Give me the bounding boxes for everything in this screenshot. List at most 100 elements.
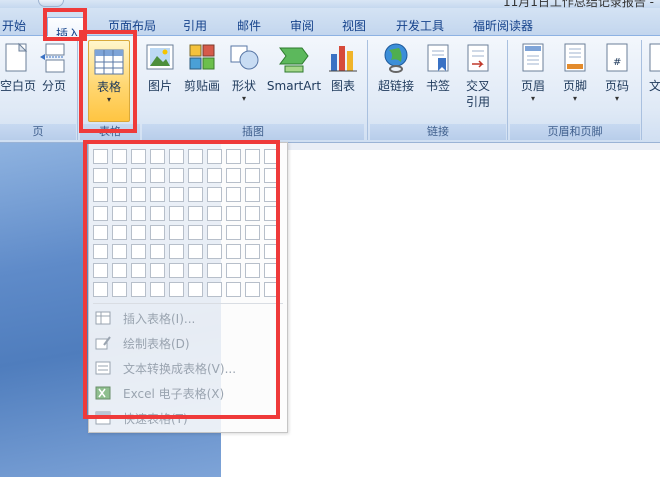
cross-reference-button[interactable]: 交叉引用 [462,42,494,110]
table-grid-cell[interactable] [150,244,165,259]
table-grid-cell[interactable] [112,206,127,221]
shapes-button[interactable]: 形状 ▾ [228,42,260,104]
table-grid-cell[interactable] [245,206,260,221]
table-grid-cell[interactable] [207,244,222,259]
table-grid-cell[interactable] [264,244,279,259]
table-grid-cell[interactable] [112,187,127,202]
table-grid-cell[interactable] [169,282,184,297]
draw-table-menu-item[interactable]: 绘制表格(D) [93,332,283,354]
quick-access-toolbar[interactable] [38,0,64,7]
table-grid-cell[interactable] [207,225,222,240]
hyperlink-button[interactable]: 超链接 [376,42,416,94]
table-grid-cell[interactable] [131,187,146,202]
tab-references[interactable]: 引用 [183,17,207,34]
text-group-button[interactable]: 文 [648,42,660,94]
table-grid-cell[interactable] [188,225,203,240]
table-grid-cell[interactable] [226,149,241,164]
page-number-button[interactable]: # 页码 ▾ [600,42,634,104]
table-grid-cell[interactable] [245,263,260,278]
table-grid-cell[interactable] [112,244,127,259]
table-grid-cell[interactable] [93,206,108,221]
table-grid-cell[interactable] [226,263,241,278]
table-grid-cell[interactable] [264,282,279,297]
tab-mailings[interactable]: 邮件 [237,17,261,34]
table-grid-cell[interactable] [264,168,279,183]
table-grid-cell[interactable] [112,225,127,240]
smartart-button[interactable]: SmartArt [266,42,322,94]
excel-spreadsheet-menu-item[interactable]: Excel 电子表格(X) [93,382,283,404]
table-grid-cell[interactable] [226,282,241,297]
table-grid-cell[interactable] [93,187,108,202]
blank-page-button[interactable]: 空白页 [0,42,36,94]
picture-button[interactable]: 图片 [143,42,177,94]
table-grid-cell[interactable] [150,206,165,221]
table-grid-cell[interactable] [207,168,222,183]
table-grid-cell[interactable] [150,225,165,240]
table-grid-cell[interactable] [226,187,241,202]
table-grid-cell[interactable] [131,168,146,183]
table-grid-cell[interactable] [264,187,279,202]
table-grid-cell[interactable] [264,206,279,221]
table-grid-cell[interactable] [112,263,127,278]
table-grid-cell[interactable] [226,244,241,259]
table-grid-cell[interactable] [226,168,241,183]
table-grid-cell[interactable] [207,149,222,164]
table-grid-cell[interactable] [131,206,146,221]
header-button[interactable]: 页眉 ▾ [516,42,550,104]
table-grid-cell[interactable] [93,244,108,259]
table-grid-cell[interactable] [245,282,260,297]
table-grid-cell[interactable] [245,225,260,240]
table-grid-cell[interactable] [169,263,184,278]
table-grid-cell[interactable] [150,263,165,278]
table-grid-cell[interactable] [188,168,203,183]
table-grid-cell[interactable] [93,168,108,183]
table-grid-cell[interactable] [112,149,127,164]
table-grid-cell[interactable] [169,244,184,259]
table-grid-cell[interactable] [169,168,184,183]
chart-button[interactable]: 图表 [326,42,360,94]
table-button[interactable]: 表格 ▾ [88,40,130,122]
bookmark-button[interactable]: 书签 [423,42,453,94]
table-grid-cell[interactable] [93,282,108,297]
table-grid-cell[interactable] [131,263,146,278]
table-grid-cell[interactable] [150,149,165,164]
table-grid-cell[interactable] [207,206,222,221]
table-size-grid[interactable] [93,149,283,301]
table-grid-cell[interactable] [226,225,241,240]
clip-art-button[interactable]: 剪贴画 [182,42,222,94]
table-grid-cell[interactable] [207,282,222,297]
footer-button[interactable]: 页脚 ▾ [558,42,592,104]
table-grid-cell[interactable] [264,263,279,278]
insert-table-menu-item[interactable]: 插入表格(I)... [93,307,283,329]
table-grid-cell[interactable] [169,225,184,240]
convert-text-to-table-menu-item[interactable]: 文本转换成表格(V)... [93,357,283,379]
tab-review[interactable]: 审阅 [290,17,314,34]
table-grid-cell[interactable] [150,282,165,297]
table-grid-cell[interactable] [131,244,146,259]
page-break-button[interactable]: 分页 [38,42,70,94]
table-grid-cell[interactable] [131,149,146,164]
table-grid-cell[interactable] [245,149,260,164]
tab-developer[interactable]: 开发工具 [396,17,444,34]
tab-page-layout[interactable]: 页面布局 [108,17,156,34]
table-grid-cell[interactable] [188,282,203,297]
table-grid-cell[interactable] [226,206,241,221]
table-grid-cell[interactable] [245,244,260,259]
table-grid-cell[interactable] [131,225,146,240]
table-grid-cell[interactable] [93,149,108,164]
table-grid-cell[interactable] [207,263,222,278]
tab-view[interactable]: 视图 [342,17,366,34]
table-grid-cell[interactable] [93,263,108,278]
table-grid-cell[interactable] [169,149,184,164]
table-grid-cell[interactable] [150,187,165,202]
table-grid-cell[interactable] [150,168,165,183]
quick-tables-menu-item[interactable]: 快速表格(T) [93,407,283,429]
table-grid-cell[interactable] [264,225,279,240]
table-grid-cell[interactable] [112,168,127,183]
tab-home[interactable]: 开始 [2,17,26,34]
table-grid-cell[interactable] [112,282,127,297]
table-grid-cell[interactable] [188,263,203,278]
table-grid-cell[interactable] [169,206,184,221]
table-grid-cell[interactable] [245,187,260,202]
table-grid-cell[interactable] [169,187,184,202]
